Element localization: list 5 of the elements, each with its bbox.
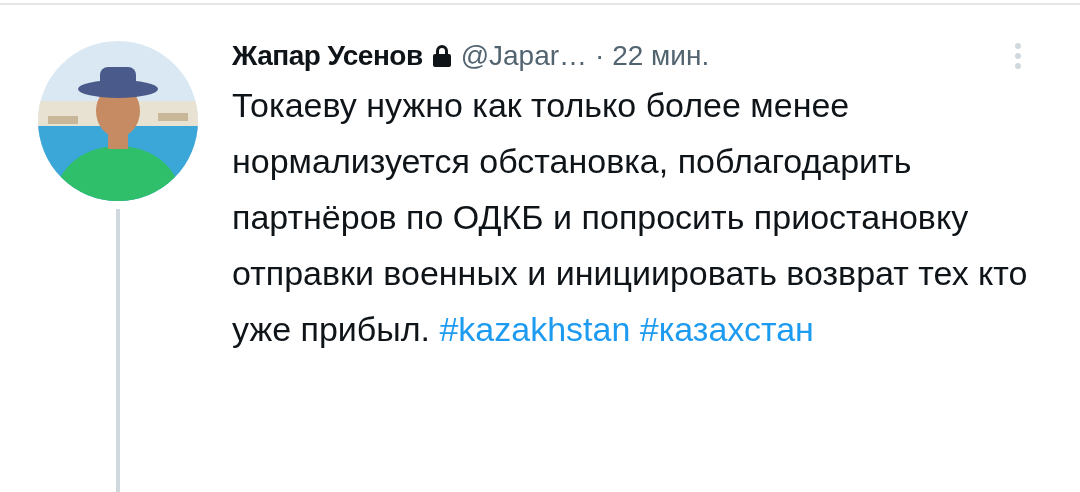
tweet-text: Токаеву нужно как только более менее нормализуется обстановка, поблагодарить партнёров по ОДКБ и попросить приостановку отправки военных и инициировать возврат тех кто уже прибыл. #kazakhstan #казахстан <box>232 85 1029 350</box>
tweet-time[interactable]: · 22 мин. <box>595 39 710 73</box>
more-icon[interactable] <box>1014 42 1022 70</box>
author-handle[interactable]: @Japar… <box>460 39 588 73</box>
author-name[interactable]: Жапар Усенов <box>232 39 423 73</box>
